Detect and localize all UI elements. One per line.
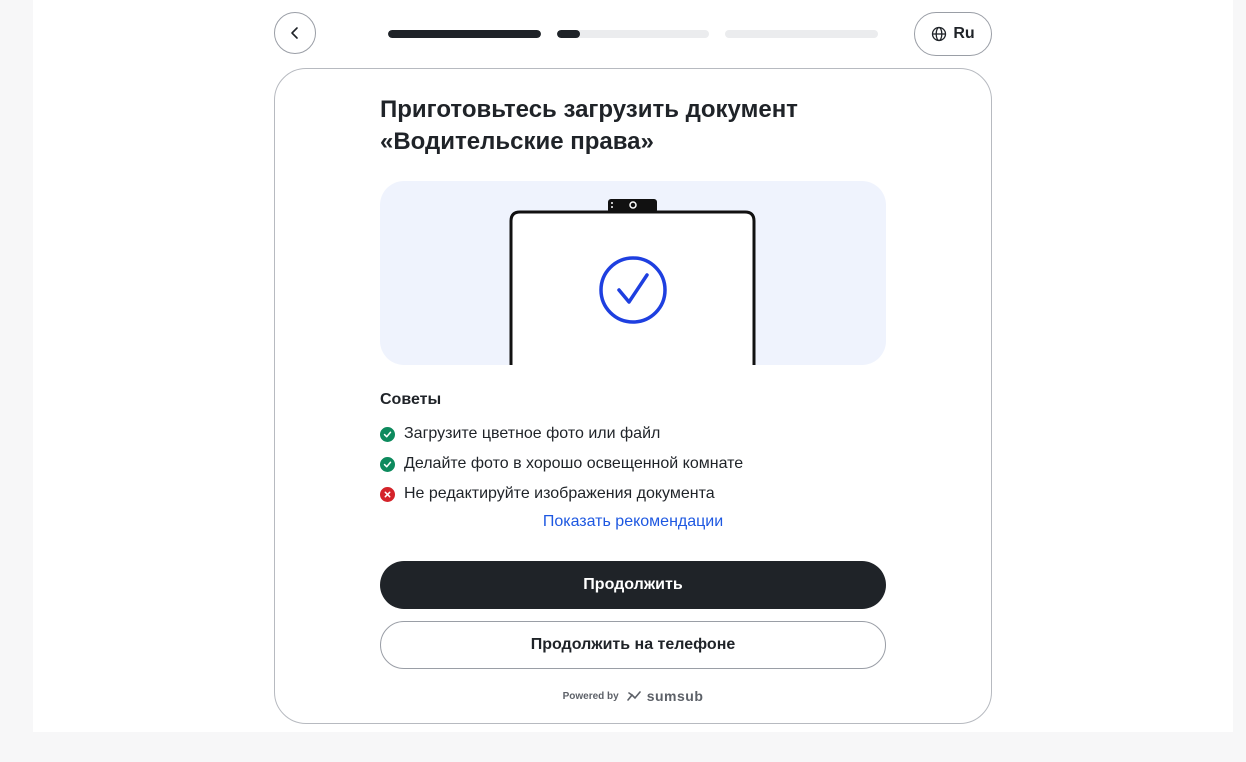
- tips-list: Загрузите цветное фото или файл Делайте …: [380, 419, 743, 509]
- phone-check-icon: [509, 199, 756, 365]
- tip-item: Делайте фото в хорошо освещенной комнате: [380, 449, 743, 479]
- brand-name: sumsub: [646, 688, 704, 704]
- back-button[interactable]: [274, 12, 316, 54]
- progress-segment: [557, 30, 709, 38]
- powered-by-label: Powered by: [562, 690, 619, 702]
- tip-item: Не редактируйте изображения документа: [380, 479, 743, 509]
- title-line-1: Приготовьтесь загрузить документ: [380, 96, 798, 123]
- progress-segment: [388, 30, 541, 38]
- globe-icon: [931, 26, 947, 42]
- check-icon: [380, 426, 395, 442]
- sumsub-logo-icon: [626, 690, 642, 702]
- title-line-2: «Водительские права»: [380, 128, 654, 155]
- check-icon: [380, 456, 395, 472]
- continue-on-phone-button[interactable]: Продолжить на телефоне: [380, 621, 886, 669]
- tips-heading: Советы: [380, 391, 442, 408]
- chevron-left-icon: [287, 25, 303, 41]
- language-label: Ru: [953, 25, 975, 42]
- continue-button[interactable]: Продолжить: [380, 561, 886, 609]
- powered-by: Powered by sumsub: [380, 688, 886, 704]
- language-selector[interactable]: Ru: [914, 12, 992, 56]
- cross-icon: [380, 486, 395, 502]
- show-recommendations-link[interactable]: Показать рекомендации: [380, 513, 886, 531]
- tip-text: Загрузите цветное фото или файл: [404, 425, 661, 442]
- progress-segment: [725, 30, 878, 38]
- tip-text: Не редактируйте изображения документа: [404, 485, 715, 502]
- illustration: [380, 181, 886, 365]
- page-title: Приготовьтесь загрузить документ «Водите…: [380, 94, 900, 158]
- tip-text: Делайте фото в хорошо освещенной комнате: [404, 455, 744, 472]
- tip-item: Загрузите цветное фото или файл: [380, 419, 743, 449]
